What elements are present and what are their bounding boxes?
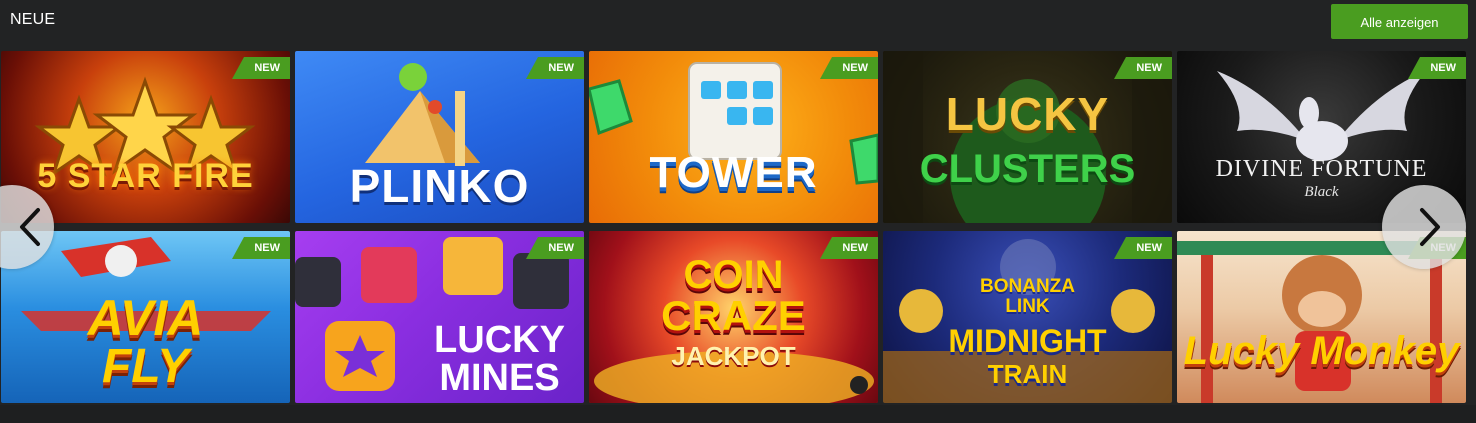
game-tile-lucky-clusters[interactable]: LUCKY CLUSTERS NEW (883, 51, 1172, 223)
game-extra: MIDNIGHT (948, 323, 1107, 359)
new-games-section: NEUE Alle anzeigen 5 STAR FIRE NEW PLINK… (0, 0, 1476, 423)
game-title: AVIA (87, 290, 204, 346)
game-tile-bonanza-link[interactable]: BONANZA LINK MIDNIGHT TRAIN NEW (883, 231, 1172, 403)
game-title: DIVINE FORTUNE (1215, 156, 1428, 182)
game-title: 5 STAR FIRE (37, 157, 254, 195)
game-title: COIN (683, 253, 784, 297)
game-tile-tower[interactable]: TOWER NEW (589, 51, 878, 223)
game-tile-5-star-fire[interactable]: 5 STAR FIRE NEW (1, 51, 290, 223)
chevron-left-icon (20, 208, 40, 246)
game-title: LUCKY (945, 88, 1110, 140)
game-subtitle: LINK (1005, 296, 1050, 317)
game-subtitle: MINES (439, 357, 560, 399)
game-subtitle: CLUSTERS (919, 147, 1136, 191)
game-tile-avia-fly[interactable]: AVIA FLY NEW (1, 231, 290, 403)
game-title: BONANZA (980, 276, 1075, 297)
section-footer-strip (0, 405, 1476, 423)
game-tile-plinko[interactable]: PLINKO NEW (295, 51, 584, 223)
game-tile-lucky-mines[interactable]: LUCKY MINES NEW (295, 231, 584, 403)
game-extra: JACKPOT (671, 341, 796, 371)
carousel-next-button[interactable] (1382, 185, 1466, 269)
game-title: Lucky Monkey (1183, 329, 1460, 373)
game-subtitle: FLY (101, 340, 190, 393)
game-title: TOWER (649, 148, 818, 197)
game-tile-coin-craze[interactable]: COIN CRAZE JACKPOT NEW (589, 231, 878, 403)
game-extra-2: TRAIN (987, 359, 1068, 389)
section-header: NEUE Alle anzeigen (0, 0, 1476, 44)
game-title: PLINKO (349, 160, 530, 212)
show-all-button[interactable]: Alle anzeigen (1331, 4, 1468, 39)
chevron-right-icon (1420, 208, 1440, 246)
game-grid: 5 STAR FIRE NEW PLINKO NEW TOWER NEW LUC… (0, 51, 1470, 403)
game-subtitle: CRAZE (661, 292, 806, 339)
game-title: LUCKY (434, 319, 565, 361)
section-title: NEUE (10, 11, 56, 28)
